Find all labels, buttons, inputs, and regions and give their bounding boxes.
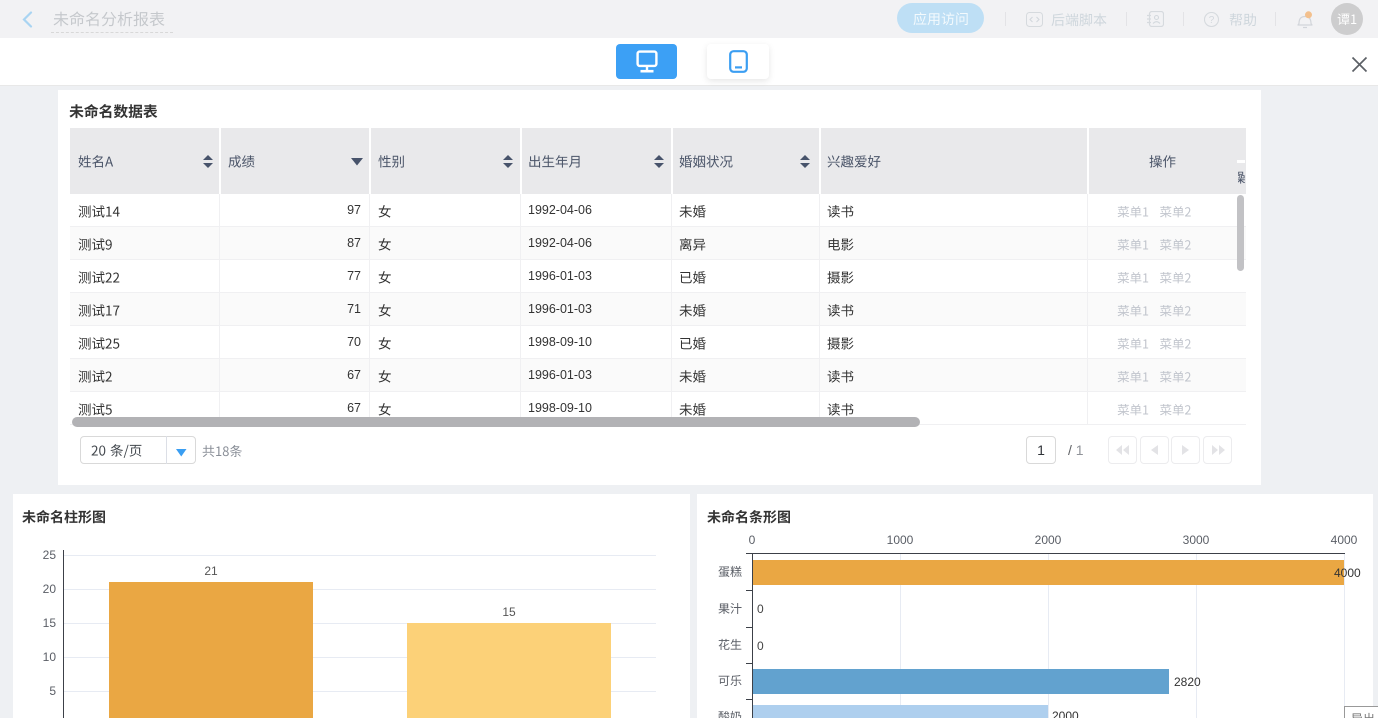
- svg-text:?: ?: [1209, 15, 1215, 26]
